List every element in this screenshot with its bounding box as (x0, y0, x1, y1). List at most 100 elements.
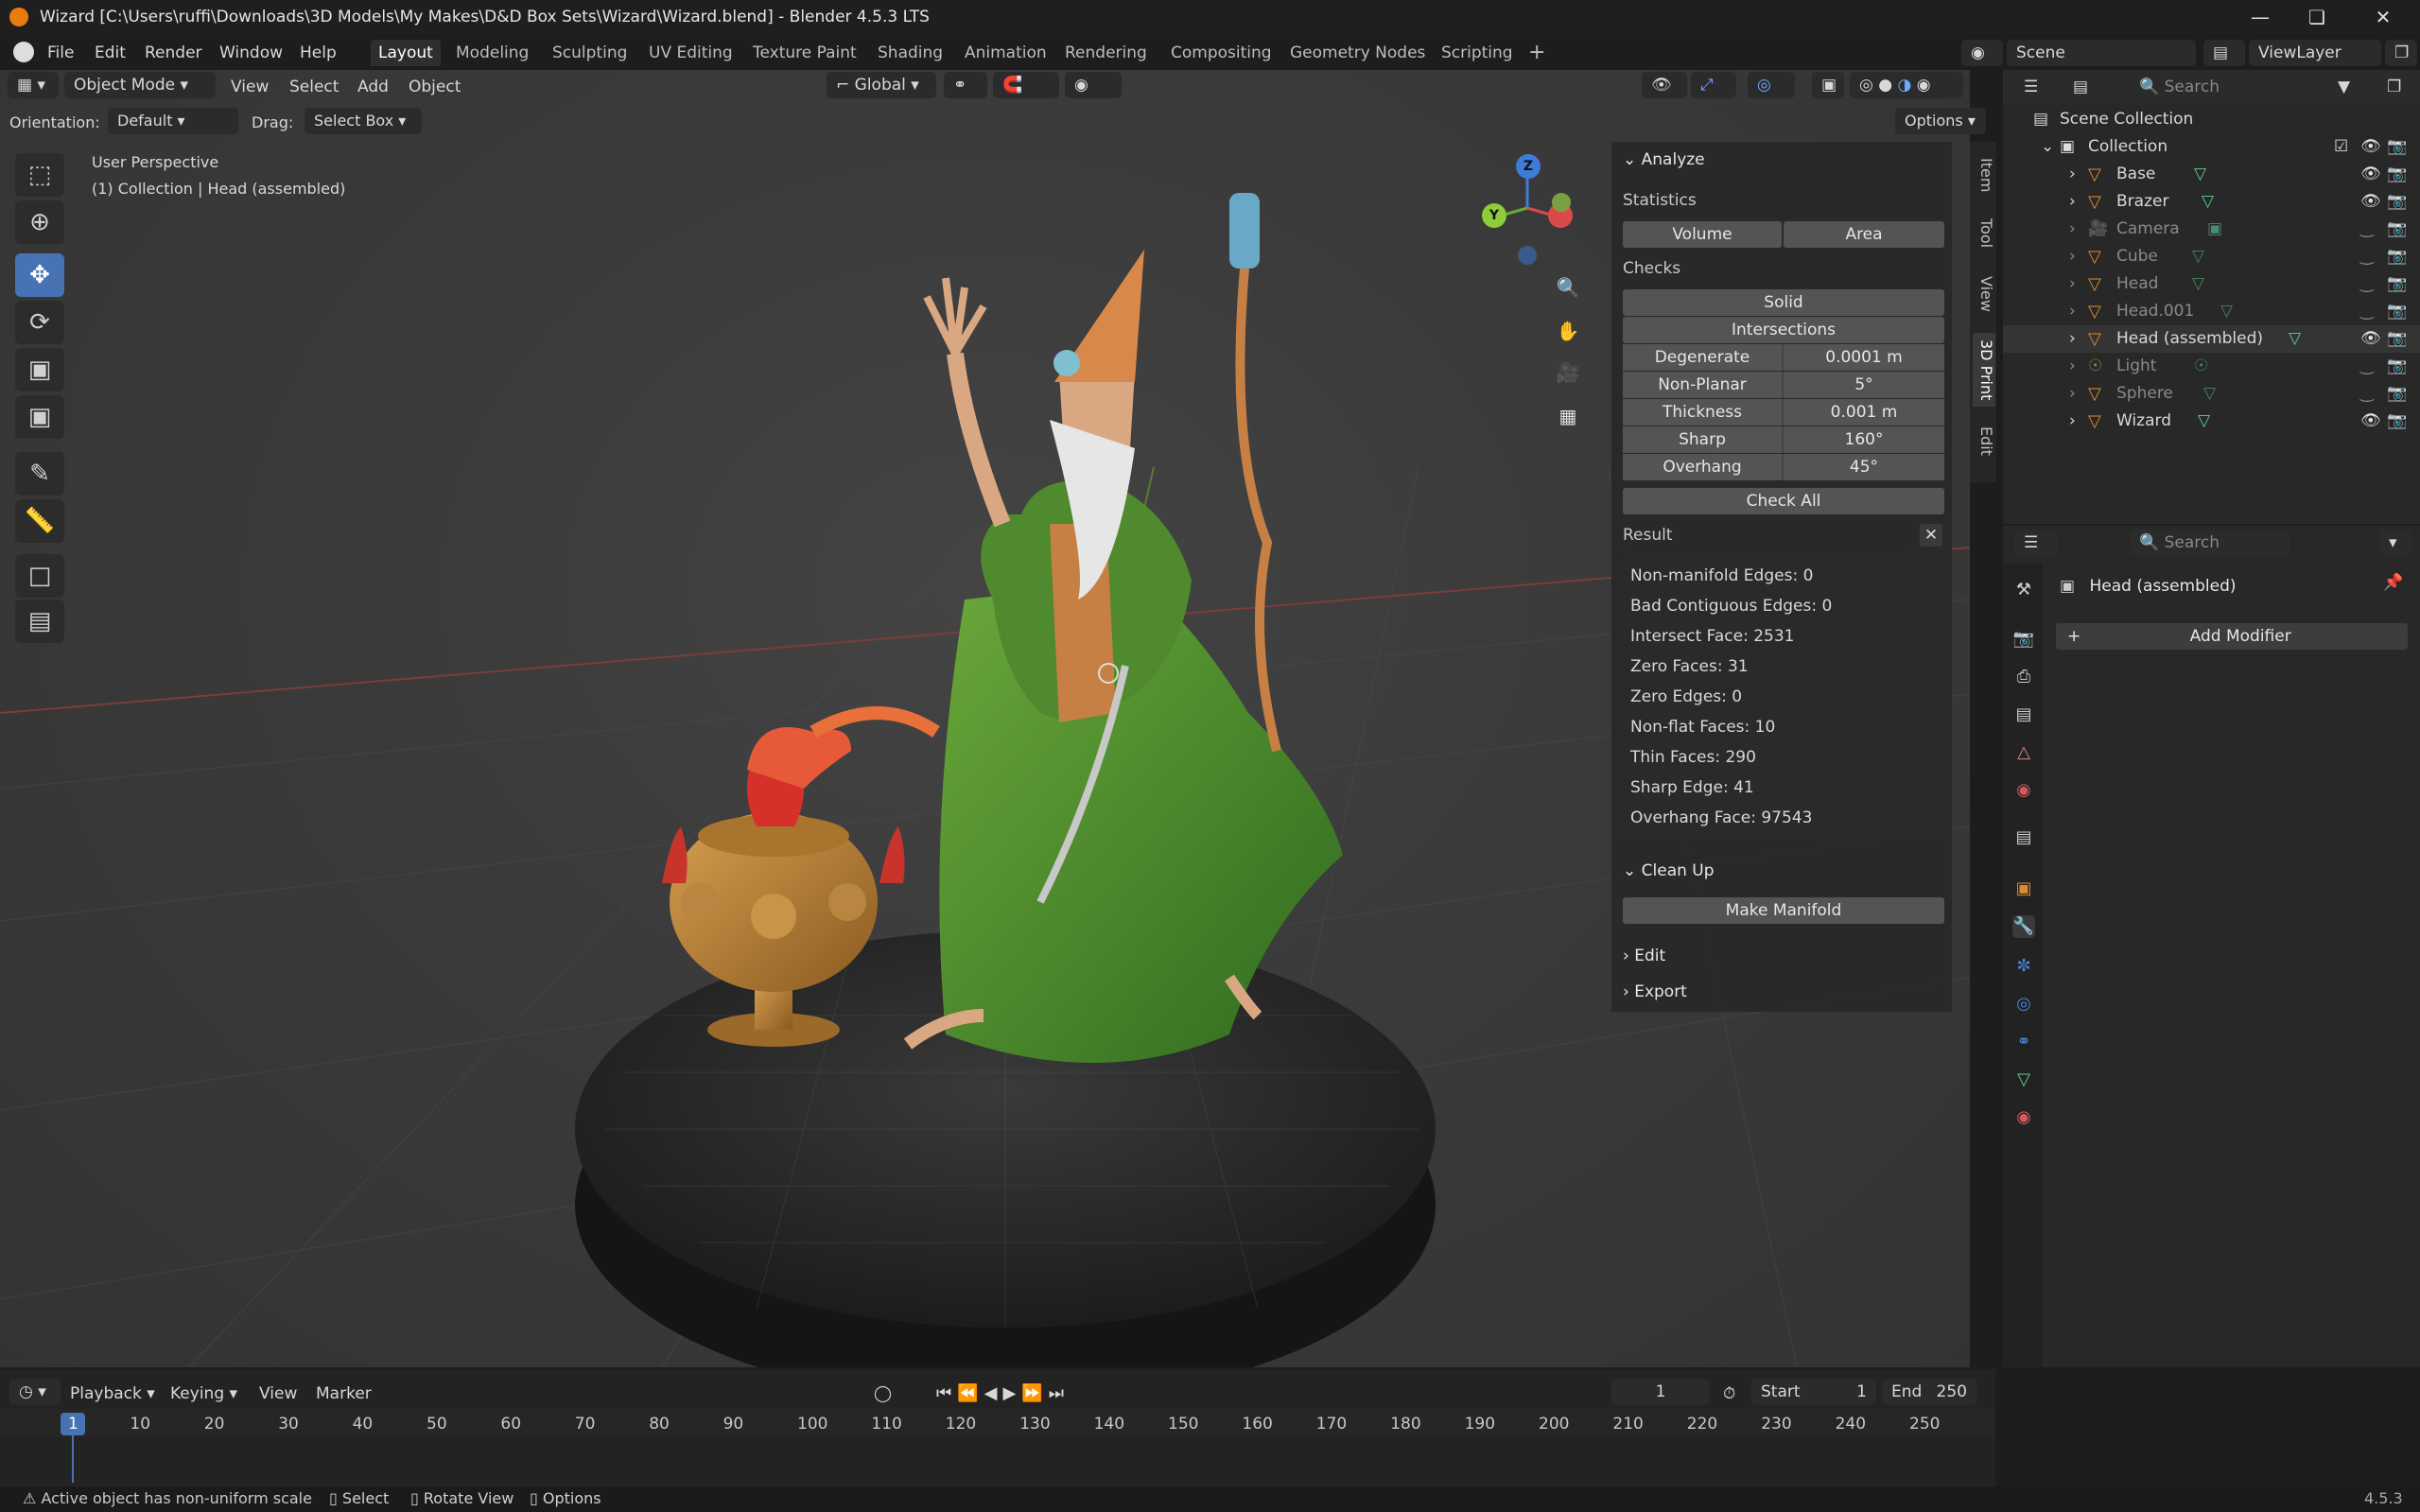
particles-tab-icon[interactable]: ✼ (2012, 955, 2035, 978)
solid-button[interactable]: Solid (1623, 289, 1944, 316)
tool-tab-icon[interactable]: ⚒ (2012, 579, 2035, 601)
overlay-icon[interactable]: ◎ (1748, 72, 1795, 98)
vp-menu-object[interactable]: Object (409, 74, 461, 100)
expand-chevron-icon[interactable]: › (2069, 161, 2076, 188)
timeline-editor-icon[interactable]: ◷ ▾ (9, 1379, 61, 1405)
pin-icon[interactable]: 📌 (2383, 573, 2403, 592)
pivot-icon[interactable]: ⚭ (944, 72, 987, 98)
tab-animation[interactable]: Animation (957, 40, 1054, 66)
viewlayer-new-icon[interactable]: ❐ (2385, 40, 2417, 66)
material-tab-icon[interactable]: ◉ (2012, 1106, 2035, 1129)
camera-render-icon[interactable]: 📷 (2387, 243, 2407, 270)
tab-3d-print[interactable]: 3D Print (1973, 333, 1995, 407)
autokey-icon[interactable]: ◯ (874, 1381, 892, 1407)
view-layer-tab-icon[interactable]: ▤ (2012, 704, 2035, 726)
menu-help[interactable]: Help (300, 40, 337, 66)
ortho-grid-icon[interactable]: ▦ (1549, 397, 1587, 435)
rotate-tool-icon[interactable]: ⟳ (15, 301, 64, 344)
physics-tab-icon[interactable]: ◎ (2012, 993, 2035, 1016)
outliner-editor-icon[interactable]: ☰ (2014, 74, 2058, 100)
filter-icon[interactable]: ▼ (2328, 74, 2372, 100)
properties-editor-icon[interactable]: ☰ (2014, 530, 2058, 556)
outliner-item-head-001[interactable]: › ▽ Head.001 ▽ ‿ 📷 (2003, 298, 2420, 325)
eye-icon[interactable]: 👁 (2360, 408, 2381, 435)
tab-view[interactable]: View (1973, 270, 1995, 318)
new-collection-icon[interactable]: ❐ (2377, 74, 2411, 100)
move-tool-icon[interactable]: ✥ (15, 253, 64, 297)
gizmo-z-axis[interactable]: Z (1516, 154, 1541, 179)
eye-closed-icon[interactable]: ‿ (2360, 270, 2374, 298)
stopwatch-icon[interactable]: ⏱ (1723, 1381, 1735, 1407)
add-workspace-icon[interactable]: + (1521, 40, 1553, 66)
gizmo-neg-y[interactable] (1552, 193, 1571, 212)
result-line[interactable]: Non-flat Faces: 10 (1630, 716, 1775, 739)
shading-mode-icons[interactable]: ◎ ● ◑ ◉ (1850, 72, 1963, 98)
constraints-tab-icon[interactable]: ⚭ (2012, 1031, 2035, 1053)
eye-closed-icon[interactable]: ‿ (2360, 216, 2374, 243)
close-icon[interactable]: ✕ (2355, 0, 2411, 34)
outliner-item-wizard[interactable]: › ▽ Wizard ▽ 👁 📷 (2003, 408, 2420, 435)
result-line[interactable]: Sharp Edge: 41 (1630, 776, 1754, 799)
outliner-item-cube[interactable]: › ▽ Cube ▽ ‿ 📷 (2003, 243, 2420, 270)
non-planar-button[interactable]: Non-Planar (1623, 372, 1782, 398)
export-section-header[interactable]: › Export (1623, 978, 1687, 1006)
analyze-header[interactable]: ⌄ Analyze (1623, 146, 1705, 174)
pan-hand-icon[interactable]: ✋ (1549, 312, 1587, 350)
outliner-item-brazer[interactable]: › ▽ Brazer ▽ 👁 📷 (2003, 188, 2420, 216)
current-frame-field[interactable]: 1 (1611, 1379, 1710, 1405)
display-mode-icon[interactable]: ▤ (2063, 74, 2107, 100)
add-cube-tool-icon[interactable]: □ (15, 554, 64, 598)
tab-tool[interactable]: Tool (1973, 210, 1995, 257)
eye-closed-icon[interactable]: ‿ (2360, 298, 2374, 325)
timeline-menu-marker[interactable]: Marker (316, 1381, 372, 1407)
expand-chevron-icon[interactable]: › (2069, 188, 2076, 216)
cursor-tool-icon[interactable]: ⊕ (15, 200, 64, 244)
expand-chevron-icon[interactable]: › (2069, 353, 2076, 380)
add-modifier-button[interactable]: + Add Modifier (2056, 623, 2408, 650)
clear-result-icon[interactable]: ✕ (1920, 524, 1942, 547)
outliner-item-head-assembled[interactable]: › ▽ Head (assembled) ▽ 👁 📷 (2003, 325, 2420, 353)
expand-chevron-icon[interactable]: › (2069, 380, 2076, 408)
properties-options-icon[interactable]: ▾ (2379, 530, 2411, 556)
outliner-collection[interactable]: ⌄ ▣ Collection ☑ 👁 📷 (2003, 133, 2420, 161)
eye-icon[interactable]: 👁 (2360, 188, 2381, 216)
xray-icon[interactable]: ▣ (1812, 72, 1844, 98)
camera-render-icon[interactable]: 📷 (2387, 216, 2407, 243)
camera-render-icon[interactable]: 📷 (2387, 325, 2407, 353)
gizmo-neg-z[interactable] (1518, 246, 1537, 265)
tab-sculpting[interactable]: Sculpting (545, 40, 635, 66)
result-line[interactable]: Thin Faces: 290 (1630, 746, 1756, 769)
tab-edit[interactable]: Edit (1973, 420, 1995, 461)
menu-file[interactable]: File (47, 40, 74, 66)
result-line[interactable]: Intersect Face: 2531 (1630, 625, 1794, 648)
select-box-tool-icon[interactable]: ⬚ (15, 153, 64, 197)
modifier-tab-icon[interactable]: 🔧 (2012, 915, 2035, 938)
zoom-icon[interactable]: 🔍 (1549, 269, 1587, 306)
outliner-item-light[interactable]: › ☉ Light ☉ ‿ 📷 (2003, 353, 2420, 380)
collection-checkbox-icon[interactable]: ☑ (2334, 133, 2348, 161)
check-all-button[interactable]: Check All (1623, 488, 1944, 514)
tab-item[interactable]: Item (1973, 151, 1995, 199)
degenerate-button[interactable]: Degenerate (1623, 344, 1782, 371)
playback-controls[interactable]: ⏮⏪◀▶⏩⏭ (936, 1381, 1070, 1407)
overhang-button[interactable]: Overhang (1623, 454, 1782, 480)
tab-rendering[interactable]: Rendering (1057, 40, 1155, 66)
add-object-tool-icon[interactable]: ▤ (15, 600, 64, 643)
options-dropdown[interactable]: Options ▾ (1895, 108, 1986, 134)
tab-layout[interactable]: Layout (371, 40, 441, 66)
transform-tool-icon[interactable]: ▣ (15, 395, 64, 439)
expand-chevron-icon[interactable]: › (2069, 216, 2076, 243)
tab-modeling[interactable]: Modeling (448, 40, 536, 66)
intersections-button[interactable]: Intersections (1623, 317, 1944, 343)
viewlayer-icon[interactable]: ▤ (2203, 40, 2245, 66)
expand-chevron-icon[interactable]: › (2069, 325, 2076, 353)
camera-render-icon[interactable]: 📷 (2387, 408, 2407, 435)
outliner-item-camera[interactable]: › 🎥 Camera ▣ ‿ 📷 (2003, 216, 2420, 243)
menu-edit[interactable]: Edit (95, 40, 126, 66)
expand-chevron-icon[interactable]: › (2069, 298, 2076, 325)
outliner-item-base[interactable]: › ▽ Base ▽ 👁 📷 (2003, 161, 2420, 188)
drag-selector[interactable]: Select Box ▾ (305, 108, 422, 134)
scene-selector[interactable]: Scene (2007, 40, 2196, 66)
orientation-selector[interactable]: Default ▾ (108, 108, 238, 134)
camera-render-icon[interactable]: 📷 (2387, 298, 2407, 325)
